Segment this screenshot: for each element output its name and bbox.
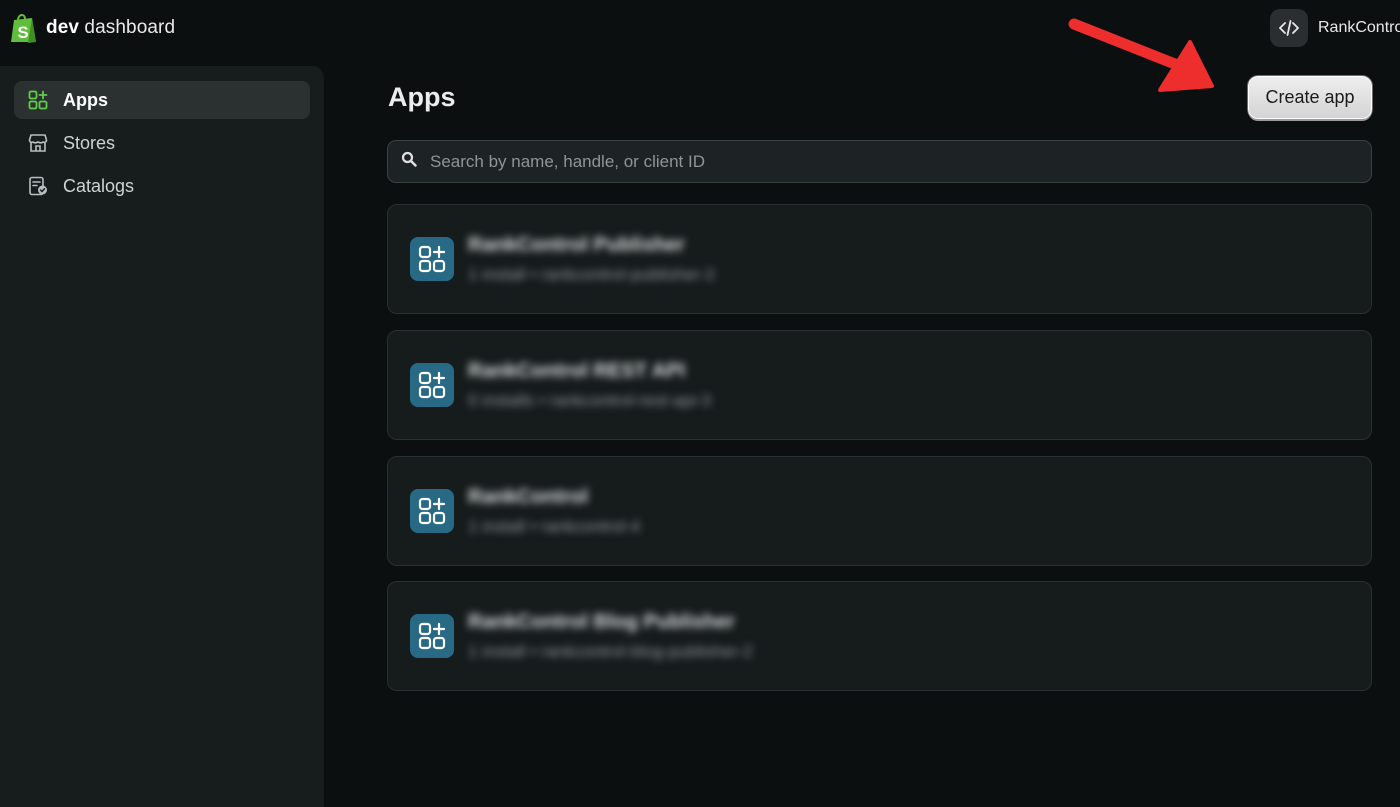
main-content: Apps Create app RankControl Publisher 1 … <box>324 56 1400 807</box>
app-name: RankControl Publisher <box>468 233 685 256</box>
app-info: RankControl REST API 0 installs • rankco… <box>468 360 711 411</box>
sidebar-item-stores[interactable]: Stores <box>14 124 310 162</box>
sidebar-item-apps[interactable]: Apps <box>14 81 310 119</box>
app-info: RankControl 1 install • rankcontrol-4 <box>468 486 640 537</box>
app-info: RankControl Blog Publisher 1 install • r… <box>468 611 753 662</box>
app-card[interactable]: RankControl Publisher 1 install • rankco… <box>387 204 1372 314</box>
app-icon <box>410 237 454 281</box>
sidebar-item-catalogs[interactable]: Catalogs <box>14 167 310 205</box>
apps-icon <box>27 89 49 111</box>
app-meta: 0 installs • rankcontrol-rest-api-3 <box>468 390 712 410</box>
org-switcher[interactable]: RankContro <box>1270 8 1400 48</box>
app-icon <box>410 614 454 658</box>
app-name: RankControl <box>468 485 588 508</box>
app-meta: 1 install • rankcontrol-blog-publisher-2 <box>468 641 753 661</box>
store-icon <box>27 132 49 154</box>
sidebar-item-label: Catalogs <box>63 175 135 196</box>
shopify-bag-icon: S <box>11 14 36 43</box>
brand[interactable]: S dev dashboard <box>8 12 175 44</box>
app-card[interactable]: RankControl 1 install • rankcontrol-4 <box>387 456 1372 566</box>
sidebar: Apps Stores Catalogs <box>0 66 324 807</box>
search-icon <box>401 151 417 172</box>
org-name: RankContro <box>1318 19 1400 36</box>
sidebar-item-label: Stores <box>63 132 116 153</box>
app-card[interactable]: RankControl Blog Publisher 1 install • r… <box>387 581 1372 691</box>
svg-text:S: S <box>17 23 28 42</box>
app-meta: 1 install • rankcontrol-publisher-2 <box>468 264 715 284</box>
sidebar-item-label: Apps <box>63 89 108 110</box>
app-info: RankControl Publisher 1 install • rankco… <box>468 234 715 285</box>
code-icon <box>1270 9 1308 47</box>
app-icon <box>410 489 454 533</box>
page-title: Apps <box>388 82 456 112</box>
app-name: RankControl Blog Publisher <box>468 610 735 633</box>
app-name: RankControl REST API <box>468 359 686 382</box>
app-icon <box>410 363 454 407</box>
search-bar[interactable] <box>387 140 1372 183</box>
top-bar: S dev dashboard RankContro <box>0 0 1400 56</box>
app-meta: 1 install • rankcontrol-4 <box>468 516 641 536</box>
search-input[interactable] <box>430 151 1371 172</box>
catalog-icon <box>27 175 49 197</box>
create-app-button[interactable]: Create app <box>1248 76 1372 119</box>
brand-title: dev dashboard <box>46 17 176 38</box>
app-card[interactable]: RankControl REST API 0 installs • rankco… <box>387 330 1372 440</box>
